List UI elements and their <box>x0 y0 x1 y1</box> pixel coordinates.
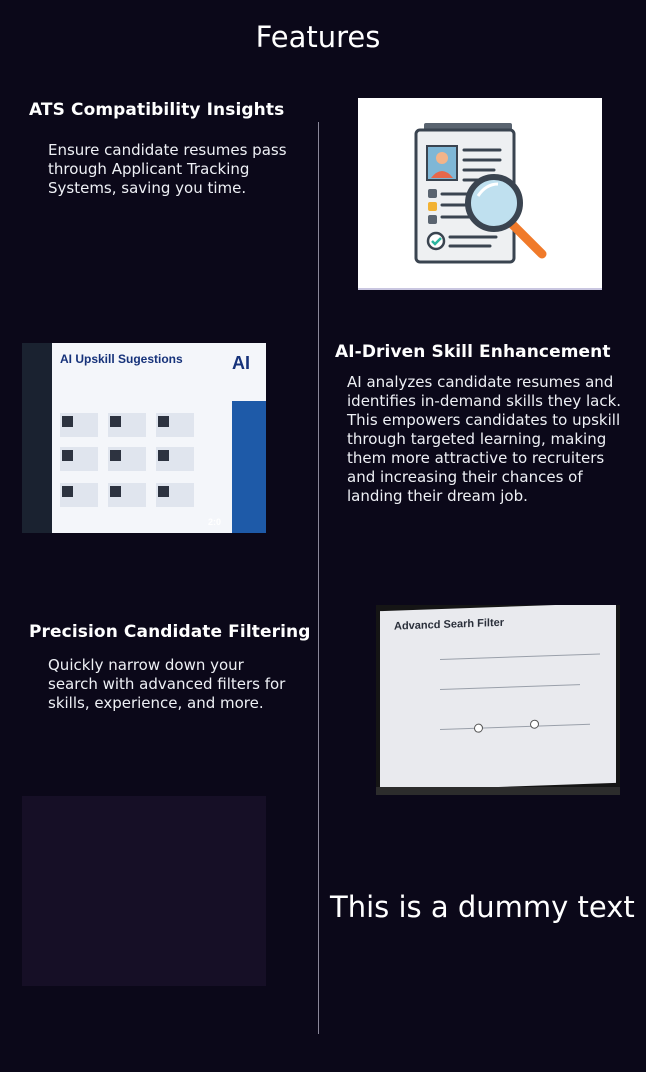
mock-filter-heading: Advancd Searh Filter <box>394 616 505 633</box>
mock-badge: 2:0 <box>208 517 222 527</box>
mock-ai-logo: AI <box>232 353 250 373</box>
feature-ats-title: ATS Compatibility Insights <box>29 100 285 120</box>
placeholder-image <box>22 796 266 986</box>
feature-skill-title: AI-Driven Skill Enhancement <box>335 342 611 362</box>
center-divider <box>318 122 319 1034</box>
feature-ats-description: Ensure candidate resumes pass through Ap… <box>48 141 287 197</box>
feature-filter-description: Quickly narrow down your search with adv… <box>48 656 286 712</box>
resume-magnifier-icon <box>414 123 547 264</box>
feature-ats-image <box>358 98 602 290</box>
feature-skill-image: AI Upskill Sugestions AI 2:0 <box>22 343 266 533</box>
feature-filter-image: Advancd Searh Filter <box>376 605 620 795</box>
feature-skill-description: AI analyzes candidate resumes and identi… <box>347 373 622 505</box>
dummy-text: This is a dummy text <box>330 890 635 924</box>
feature-filter-title: Precision Candidate Filtering <box>29 622 311 642</box>
mock-upskill-heading: AI Upskill Sugestions <box>60 352 183 366</box>
page-title: Features <box>255 20 381 54</box>
